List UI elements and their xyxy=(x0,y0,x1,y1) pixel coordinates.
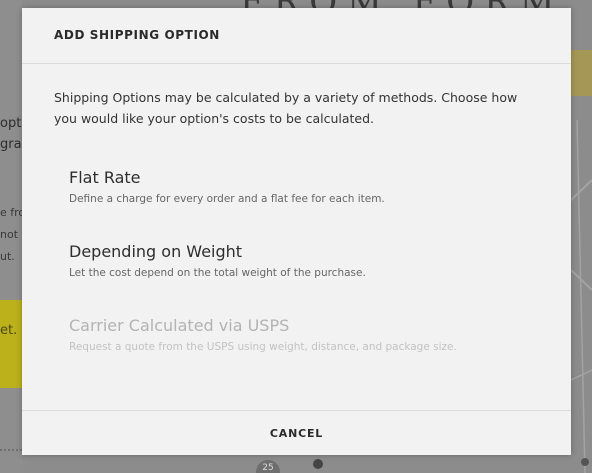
background-yellow-banner: et. C xyxy=(0,300,30,388)
option-subtitle: Request a quote from the USPS using weig… xyxy=(69,341,457,353)
dialog-title: ADD SHIPPING OPTION xyxy=(54,28,220,42)
cancel-button[interactable]: CANCEL xyxy=(22,411,571,456)
option-carrier-calculated-usps: Carrier Calculated via USPS Request a qu… xyxy=(69,316,539,353)
background-text: not xyxy=(0,228,19,241)
map-pin-icon xyxy=(313,459,323,469)
map-marker-icon: 25 xyxy=(256,460,280,473)
add-shipping-option-dialog: ADD SHIPPING OPTION Shipping Options may… xyxy=(22,8,571,455)
background-image-strip xyxy=(571,50,592,96)
option-title: Carrier Calculated via USPS xyxy=(69,316,290,335)
dialog-header: ADD SHIPPING OPTION xyxy=(22,8,571,64)
map-marker-label: 25 xyxy=(262,463,274,473)
background-text: ut. xyxy=(0,250,15,263)
dialog-description: Shipping Options may be calculated by a … xyxy=(54,90,518,126)
option-title: Depending on Weight xyxy=(69,242,243,261)
background-left-panel: opt gra e fro not ut. xyxy=(0,0,25,473)
background-text: opt xyxy=(0,116,22,131)
background-divider xyxy=(0,449,22,451)
option-depending-on-weight[interactable]: Depending on Weight Let the cost depend … xyxy=(69,242,539,279)
option-title: Flat Rate xyxy=(69,168,141,187)
option-subtitle: Define a charge for every order and a fl… xyxy=(69,193,385,205)
option-flat-rate[interactable]: Flat Rate Define a charge for every orde… xyxy=(69,168,539,205)
background-text: gra xyxy=(0,137,22,152)
dialog-footer: CANCEL xyxy=(22,410,571,455)
option-subtitle: Let the cost depend on the total weight … xyxy=(69,267,366,279)
